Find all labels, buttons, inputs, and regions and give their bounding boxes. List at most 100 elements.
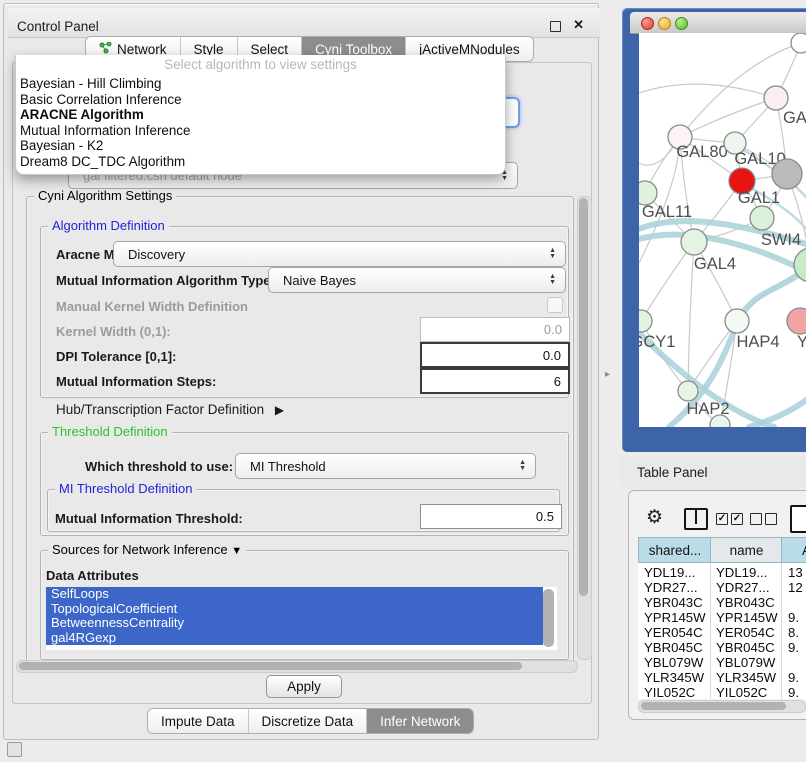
data-attribute-item[interactable]: BetweennessCentrality — [46, 616, 543, 631]
network-node[interactable] — [725, 309, 749, 333]
algorithm-popup-item[interactable]: Dream8 DC_TDC Algorithm — [16, 154, 505, 170]
gear-icon[interactable]: ⚙ — [646, 506, 663, 529]
select-all-check-icon-2[interactable]: ✓ — [731, 513, 743, 525]
control-panel-titlebar[interactable]: Control Panel ✕ — [8, 8, 600, 38]
float-window-icon[interactable] — [550, 21, 561, 32]
algorithm-popup-item[interactable]: Mutual Information Inference — [16, 123, 505, 139]
table-cell[interactable]: YDR27... — [644, 580, 698, 595]
settings-vscroll-thumb[interactable] — [579, 198, 588, 596]
table-column-header[interactable]: name — [710, 537, 783, 563]
new-column-icon[interactable] — [790, 505, 806, 533]
algorithm-popup-item[interactable]: ARACNE Algorithm — [16, 107, 505, 123]
network-node[interactable] — [772, 159, 802, 189]
kernel-width-field[interactable]: 0.0 — [420, 317, 570, 342]
zoom-traffic-light[interactable] — [675, 17, 688, 30]
settings-group-title: Cyni Algorithm Settings — [34, 188, 176, 203]
table-cell[interactable]: 8. — [788, 625, 799, 640]
collapsed-panel-icon[interactable] — [7, 742, 22, 757]
table-cell[interactable]: YPR145W — [716, 610, 778, 625]
manual-kernel-checkbox[interactable] — [547, 297, 563, 313]
network-node[interactable] — [678, 381, 698, 401]
splitter-arrow-icon[interactable]: ▸ — [605, 369, 610, 380]
table-panel-titlebar[interactable]: Table Panel — [620, 456, 806, 487]
table-cell[interactable]: YIL052C — [644, 685, 695, 700]
manual-kernel-label: Manual Kernel Width Definition — [56, 299, 248, 314]
algorithm-dropdown-popup: Select algorithm to view settings Bayesi… — [15, 55, 506, 175]
network-edge — [680, 98, 776, 137]
table-cell[interactable]: 12 — [788, 580, 803, 595]
network-node[interactable] — [764, 86, 788, 110]
network-node[interactable] — [639, 181, 657, 205]
network-node-label: Y — [797, 333, 806, 351]
table-cell[interactable]: YBR045C — [644, 640, 703, 655]
algorithm-popup-item[interactable]: Bayesian - Hill Climbing — [16, 76, 505, 92]
tab-label: Impute Data — [161, 714, 235, 729]
data-attribute-item[interactable]: TopologicalCoefficient — [46, 602, 543, 617]
table-cell[interactable]: YLR345W — [716, 670, 776, 685]
network-node[interactable] — [791, 33, 806, 53]
network-node[interactable] — [639, 310, 652, 332]
data-attribute-item[interactable]: gal4RGexp — [46, 631, 543, 646]
table-cell[interactable]: YLR345W — [644, 670, 704, 685]
data-attribute-item[interactable]: SelfLoops — [46, 587, 543, 602]
column-divider — [710, 563, 711, 699]
tab-infer-network[interactable]: Infer Network — [367, 709, 473, 733]
network-node[interactable] — [787, 308, 806, 334]
settings-hscroll-thumb[interactable] — [19, 662, 522, 670]
table-cell[interactable]: YBR043C — [644, 595, 703, 610]
table-cell[interactable]: 9. — [788, 640, 799, 655]
mi-threshold-field[interactable]: 0.5 — [420, 504, 562, 529]
mi-type-combo[interactable]: Naive Bayes ▲▼ — [268, 267, 566, 293]
unselect-all-icon-1[interactable] — [750, 513, 762, 525]
combo-arrows-icon: ▲▼ — [519, 460, 526, 472]
table-hscroll-thumb[interactable] — [641, 702, 786, 710]
unselect-all-icon-2[interactable] — [765, 513, 777, 525]
mi-steps-value: 6 — [554, 374, 561, 389]
table-column-header[interactable]: A — [781, 537, 806, 563]
algorithm-popup-item[interactable]: Bayesian - K2 — [16, 138, 505, 154]
network-node[interactable] — [750, 206, 774, 230]
table-cell[interactable]: YER054C — [644, 625, 703, 640]
apply-button[interactable]: Apply — [266, 675, 342, 698]
close-icon[interactable]: ✕ — [573, 17, 584, 33]
network-node-label: GAL4 — [694, 255, 736, 273]
tab-discretize-data[interactable]: Discretize Data — [249, 709, 368, 733]
select-all-check-icon-1[interactable]: ✓ — [716, 513, 728, 525]
network-node-label: HAP4 — [736, 333, 779, 351]
mi-threshold-label: Mutual Information Threshold: — [55, 511, 243, 526]
table-cell[interactable]: 13 — [788, 565, 803, 580]
network-node-label: GAL11 — [642, 203, 692, 221]
network-canvas[interactable]: GALGAL80GAL10GAL1GAL11SWI4GAL4GCY1HAP4YH… — [639, 33, 806, 427]
network-window-titlebar[interactable] — [630, 12, 806, 34]
minimize-traffic-light[interactable] — [658, 17, 671, 30]
table-cell[interactable]: YBL079W — [644, 655, 703, 670]
algorithm-definition-title: Algorithm Definition — [48, 218, 169, 233]
mi-type-value: Naive Bayes — [283, 273, 356, 288]
table-cell[interactable]: YBR045C — [716, 640, 775, 655]
table-column-header[interactable]: shared... — [638, 537, 712, 563]
attribute-list-scrollbar-thumb[interactable] — [543, 589, 554, 647]
mi-steps-field[interactable]: 6 — [420, 368, 570, 394]
which-threshold-combo[interactable]: MI Threshold ▲▼ — [235, 453, 536, 479]
aracne-mode-value: Discovery — [128, 247, 185, 262]
aracne-mode-combo[interactable]: Discovery ▲▼ — [113, 241, 566, 267]
tab-impute-data[interactable]: Impute Data — [148, 709, 249, 733]
table-cell[interactable]: YPR145W — [644, 610, 706, 625]
close-traffic-light[interactable] — [641, 17, 654, 30]
split-columns-icon[interactable] — [684, 508, 708, 530]
table-cell[interactable]: YBR043C — [716, 595, 775, 610]
table-cell[interactable]: 9. — [788, 685, 799, 700]
hub-section-header[interactable]: Hub/Transcription Factor Definition ▶ — [56, 402, 284, 417]
table-cell[interactable]: YDR27... — [716, 580, 770, 595]
table-cell[interactable]: YDL19... — [716, 565, 767, 580]
sources-group-title[interactable]: Sources for Network Inference ▼ — [48, 542, 246, 557]
table-cell[interactable]: YDL19... — [644, 565, 695, 580]
table-cell[interactable]: YBL079W — [716, 655, 775, 670]
algorithm-popup-item[interactable]: Basic Correlation Inference — [16, 92, 505, 108]
table-cell[interactable]: 9. — [788, 670, 799, 685]
table-cell[interactable]: 9. — [788, 610, 799, 625]
table-cell[interactable]: YIL052C — [716, 685, 767, 700]
network-node[interactable] — [681, 229, 707, 255]
dpi-tolerance-field[interactable]: 0.0 — [420, 342, 570, 368]
table-cell[interactable]: YER054C — [716, 625, 775, 640]
